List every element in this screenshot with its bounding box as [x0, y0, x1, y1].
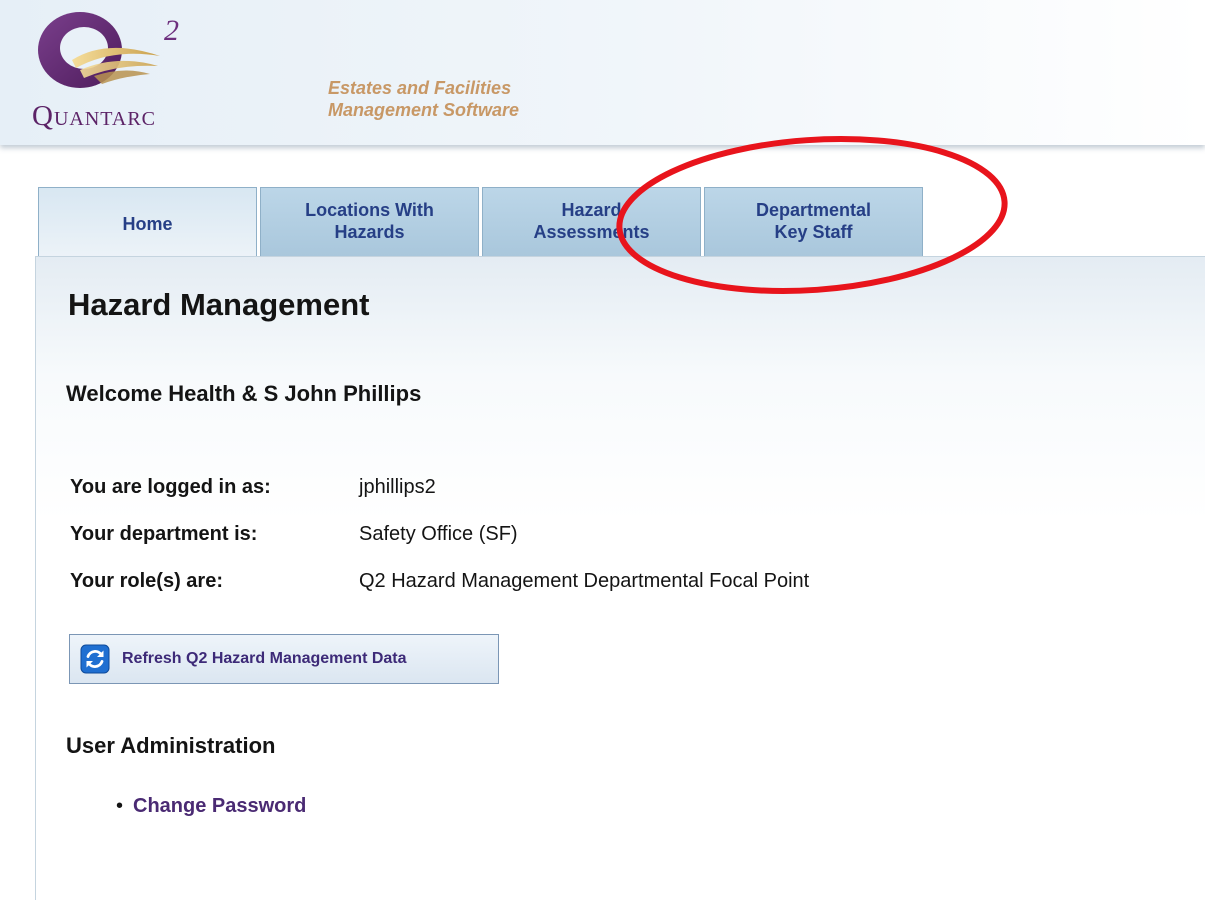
list-item: • Change Password: [116, 795, 306, 818]
logo-wordmark: Quantarc: [32, 100, 156, 133]
tab-departmental-key-staff[interactable]: Departmental Key Staff: [704, 187, 923, 256]
q2-logo-mark: [38, 12, 160, 88]
tab-locations-label-line-2: Hazards: [334, 221, 405, 242]
main-content-panel: Hazard Management Welcome Health & S Joh…: [35, 256, 1205, 900]
logo-wordmark-initial: Q: [32, 100, 54, 132]
welcome-message: Welcome Health & S John Phillips: [66, 381, 422, 406]
tagline: Estates and Facilities Management Softwa…: [328, 77, 519, 121]
tab-key-staff-label-line-2: Key Staff: [774, 221, 853, 242]
tab-bar: Home Locations With Hazards Hazard Asses…: [38, 187, 926, 259]
page-title: Hazard Management: [68, 287, 370, 322]
refresh-icon: [80, 644, 110, 674]
tab-assessments-label-line-1: Hazard: [561, 199, 622, 220]
change-password-link[interactable]: Change Password: [133, 795, 306, 818]
refresh-data-button[interactable]: Refresh Q2 Hazard Management Data: [69, 634, 499, 684]
info-value: Q2 Hazard Management Departmental Focal …: [359, 570, 810, 592]
info-value: jphillips2: [359, 476, 436, 498]
info-row-department: Your department is: Safety Office (SF): [70, 523, 809, 570]
info-label: You are logged in as:: [70, 476, 271, 498]
logo-superscript: 2: [164, 14, 179, 47]
tab-key-staff-label-line-1: Departmental: [755, 199, 872, 220]
logo-wordmark-rest: uantarc: [53, 100, 157, 132]
tab-home[interactable]: Home: [38, 187, 257, 259]
page: 2 Quantarc Estates and Facilities Manage…: [0, 0, 1205, 900]
user-info-table: You are logged in as: jphillips2 Your de…: [70, 476, 809, 617]
info-label: Your department is:: [70, 523, 258, 545]
admin-links-list: • Change Password: [116, 795, 306, 818]
tab-locations-label-line-1: Locations With: [305, 199, 434, 220]
tab-hazard-assessments[interactable]: Hazard Assessments: [482, 187, 701, 256]
tagline-line-2: Management Software: [328, 100, 520, 120]
info-value: Safety Office (SF): [359, 523, 518, 545]
tab-home-label: Home: [122, 214, 173, 234]
info-label: Your role(s) are:: [70, 570, 223, 592]
user-administration-heading: User Administration: [66, 733, 276, 758]
tab-assessments-label-line-2: Assessments: [533, 221, 650, 242]
refresh-button-label: Refresh Q2 Hazard Management Data: [122, 650, 407, 667]
header-banner: 2 Quantarc Estates and Facilities Manage…: [0, 0, 1205, 145]
info-row-login: You are logged in as: jphillips2: [70, 476, 809, 523]
quantarc-logo: 2 Quantarc: [32, 8, 322, 138]
info-row-roles: Your role(s) are: Q2 Hazard Management D…: [70, 570, 809, 617]
tagline-line-1: Estates and Facilities: [328, 78, 512, 98]
tab-locations-with-hazards[interactable]: Locations With Hazards: [260, 187, 479, 256]
bullet-icon: •: [116, 795, 124, 817]
